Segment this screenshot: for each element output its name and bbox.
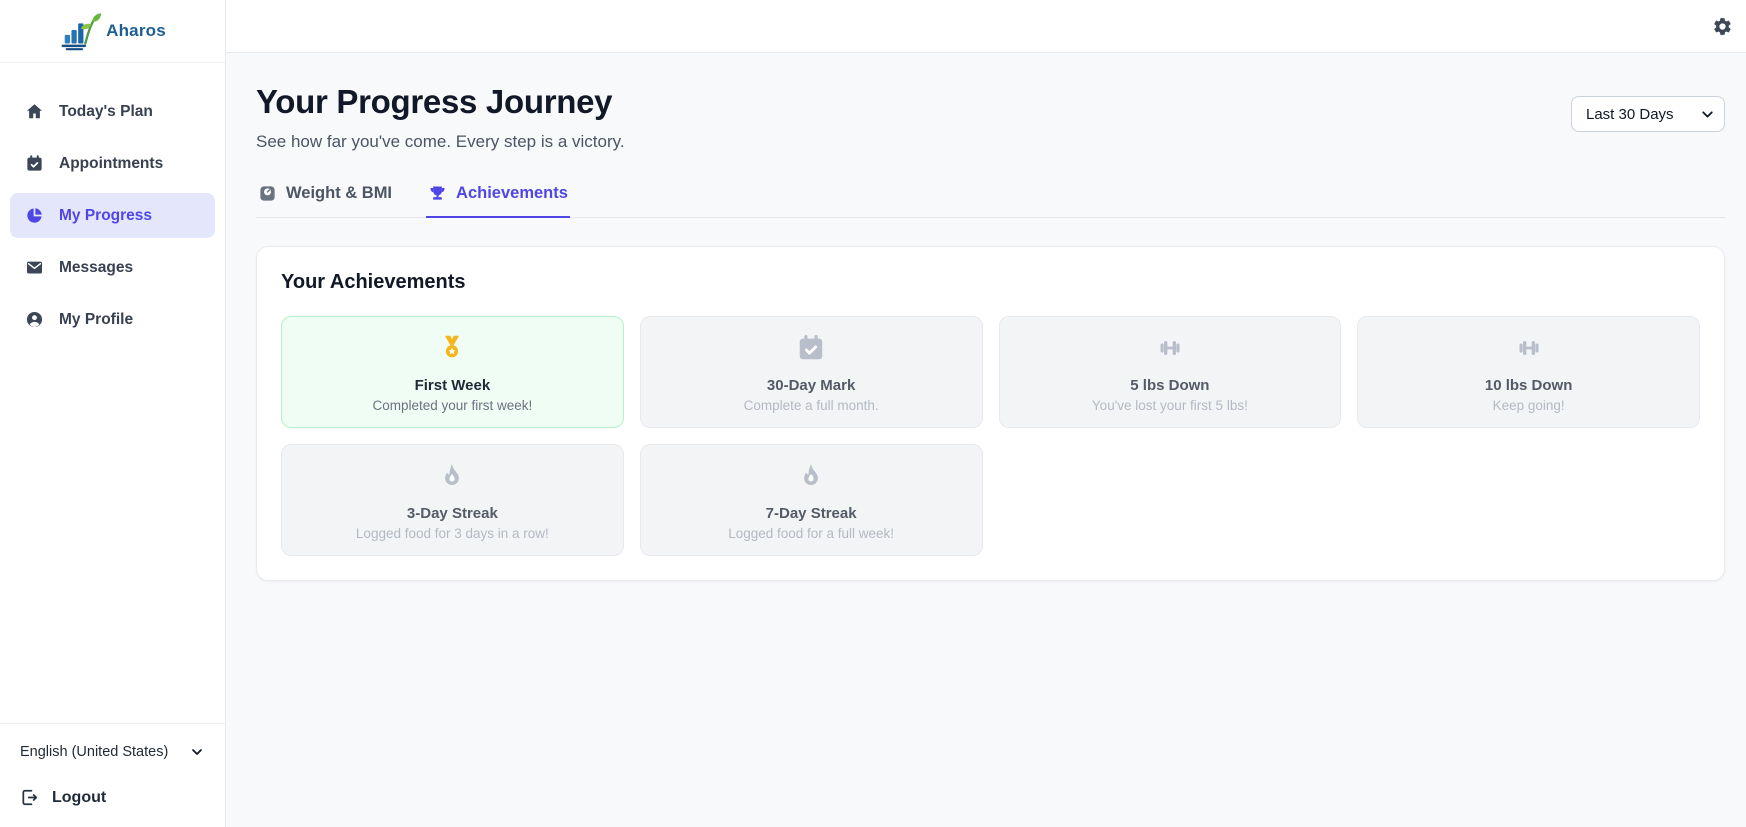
achievement-card-7-day-streak: 7-Day Streak Logged food for a full week! (639, 444, 983, 556)
achievement-description: Logged food for a full week! (728, 526, 895, 541)
achievement-title: 5 lbs Down (1130, 377, 1210, 394)
achievement-card-30-day-mark: 30-Day Mark Complete a full month. (639, 316, 983, 428)
sidebar-item-my-profile[interactable]: My Profile (10, 297, 215, 342)
achievement-card-first-week: First Week Completed your first week! (281, 316, 624, 428)
tab-label: Achievements (456, 184, 568, 202)
time-range-select-wrap: Last 30 Days (1571, 96, 1725, 132)
sidebar-footer: English (United States) Logout (0, 723, 225, 827)
medal-icon (437, 332, 467, 364)
home-icon (25, 102, 44, 121)
sidebar-item-label: Today's Plan (59, 102, 153, 120)
sidebar-item-label: My Profile (59, 310, 134, 328)
achievement-card-10-lbs-down: 10 lbs Down Keep going! (1357, 316, 1700, 428)
sidebar-item-my-progress[interactable]: My Progress (10, 193, 215, 238)
sidebar-item-label: Appointments (59, 154, 164, 172)
achievement-description: Logged food for 3 days in a row! (355, 526, 549, 541)
tab-label: Weight & BMI (286, 184, 393, 202)
aharos-logo-icon (59, 10, 105, 52)
sidebar-item-label: Messages (59, 258, 134, 276)
topbar (226, 0, 1746, 53)
page-title: Your Progress Journey (256, 83, 613, 120)
achievement-card-3-day-streak: 3-Day Streak Logged food for 3 days in a … (281, 444, 624, 556)
achievements-panel: Your Achievements First Week Completed yo… (256, 246, 1725, 581)
tab-achievements[interactable]: Achievements (426, 184, 570, 218)
language-selector[interactable]: English (United States) (0, 734, 225, 770)
dumbbell-icon (1514, 332, 1544, 364)
achievement-title: 10 lbs Down (1484, 377, 1573, 394)
trophy-icon (428, 184, 447, 203)
achievements-grid: First Week Completed your first week! 30-D… (281, 316, 1700, 556)
pie-chart-icon (25, 206, 44, 225)
language-label: English (United States) (20, 744, 169, 760)
sidebar-item-label: My Progress (59, 206, 153, 224)
logout-label: Logout (52, 788, 107, 806)
achievement-title: 7-Day Streak (765, 505, 857, 522)
calendar-check-icon (25, 154, 44, 173)
sidebar-item-appointments[interactable]: Appointments (10, 141, 215, 186)
brand-text: Aharos (106, 21, 166, 40)
achievement-title: 30-Day Mark (766, 377, 856, 394)
chevron-down-icon (189, 744, 205, 760)
logout-icon (20, 788, 39, 807)
sidebar-nav: Today's Plan Appointments My Progress Messa… (0, 63, 225, 342)
achievement-card-5-lbs-down: 5 lbs Down You've lost your first 5 lbs! (998, 316, 1342, 428)
sidebar: Aharos Today's Plan Appointments My Progre… (0, 0, 226, 827)
calendar-check-icon (796, 332, 826, 364)
aharos-logo[interactable]: Aharos (0, 0, 225, 63)
flame-icon (437, 460, 467, 492)
main-area: Your Progress Journey See how far you've… (226, 0, 1746, 827)
achievements-section-title: Your Achievements (281, 271, 466, 293)
scale-icon (258, 184, 277, 203)
achievement-title: First Week (414, 377, 491, 394)
gear-icon[interactable] (1712, 16, 1733, 37)
achievement-title: 3-Day Streak (406, 505, 498, 522)
achievement-description: Completed your first week! (372, 398, 533, 413)
tab-weight-bmi[interactable]: Weight & BMI (256, 184, 394, 218)
tab-bar: Weight & BMI Achievements (256, 184, 1725, 218)
achievement-description: Keep going! (1492, 398, 1565, 413)
achievement-description: You've lost your first 5 lbs! (1091, 398, 1248, 413)
sidebar-item-today-s-plan[interactable]: Today's Plan (10, 89, 215, 134)
dumbbell-icon (1155, 332, 1185, 364)
logout-button[interactable]: Logout (0, 770, 225, 811)
page-subtitle: See how far you've come. Every step is a… (256, 132, 625, 151)
flame-icon (796, 460, 826, 492)
user-circle-icon (25, 310, 44, 329)
achievement-description: Complete a full month. (743, 398, 879, 413)
time-range-select[interactable]: Last 30 Days (1571, 96, 1725, 132)
mail-icon (25, 258, 44, 277)
sidebar-item-messages[interactable]: Messages (10, 245, 215, 290)
content: Your Progress Journey See how far you've… (226, 53, 1746, 827)
